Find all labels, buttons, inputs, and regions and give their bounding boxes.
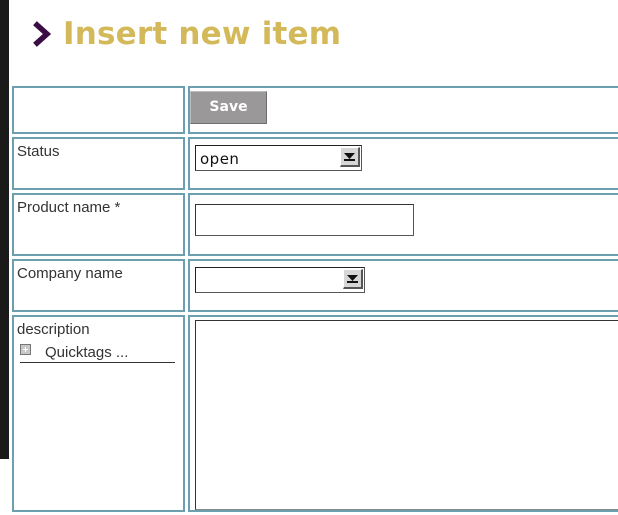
company-row: Company name — [12, 259, 618, 312]
page-header: Insert new item — [33, 14, 341, 54]
product-label: Product name * — [12, 193, 185, 256]
insert-item-form: Save Status open Product name * Company … — [9, 83, 618, 515]
description-label: description — [17, 321, 90, 338]
description-row: description Quicktags ... — [12, 315, 618, 512]
product-name-input[interactable] — [195, 204, 414, 236]
toolbar-cell: Save — [188, 86, 618, 134]
company-cell — [188, 259, 618, 312]
chevron-right-icon — [33, 19, 53, 49]
description-label-cell: description Quicktags ... — [12, 315, 185, 512]
description-textarea[interactable] — [195, 320, 618, 510]
status-select-value: open — [200, 150, 240, 168]
save-button[interactable]: Save — [190, 91, 267, 124]
left-edge-strip — [0, 0, 9, 459]
toolbar-row: Save — [12, 86, 618, 134]
product-row: Product name * — [12, 193, 618, 256]
description-cell — [188, 315, 618, 512]
quicktags-label: Quicktags ... — [45, 344, 129, 361]
company-label: Company name — [12, 259, 185, 312]
quicktags-toggle[interactable]: Quicktags ... — [20, 344, 175, 363]
page-title: Insert new item — [63, 16, 342, 52]
expand-plus-icon[interactable] — [20, 344, 31, 355]
status-row: Status open — [12, 137, 618, 190]
status-select[interactable]: open — [195, 145, 362, 171]
company-select[interactable] — [195, 267, 365, 293]
dropdown-arrow-icon[interactable] — [343, 269, 363, 289]
product-cell — [188, 193, 618, 256]
status-label: Status — [12, 137, 185, 190]
toolbar-label-cell — [12, 86, 185, 134]
dropdown-arrow-icon[interactable] — [340, 147, 360, 167]
status-cell: open — [188, 137, 618, 190]
